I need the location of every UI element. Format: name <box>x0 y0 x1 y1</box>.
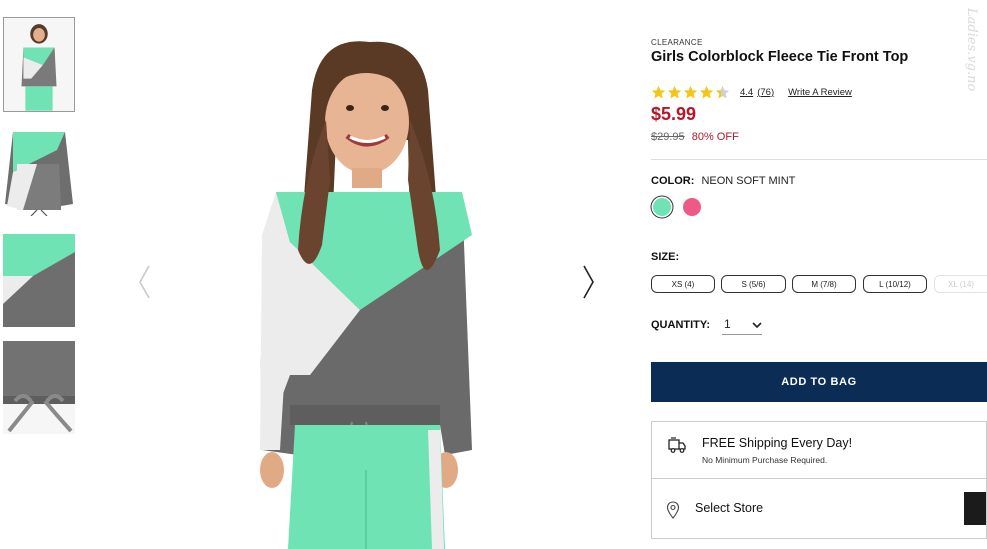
rating-stars <box>651 85 730 100</box>
size-label: SIZE: <box>651 251 680 263</box>
color-selected-value: NEON SOFT MINT <box>701 175 796 187</box>
chevron-left-icon <box>139 265 150 299</box>
select-store-button[interactable] <box>964 492 986 525</box>
original-price-row: $29.95 80% OFF <box>651 131 739 143</box>
select-store-label: Select Store <box>695 501 764 515</box>
thumbnail-flat-image <box>3 124 75 216</box>
location-pin-icon <box>666 501 680 519</box>
thumbnail-model-image <box>4 18 74 111</box>
color-swatch-pink[interactable] <box>683 198 701 216</box>
select-store-row[interactable]: Select Store <box>651 479 987 539</box>
star-icon <box>699 85 714 98</box>
gallery-next-arrow[interactable] <box>579 262 599 302</box>
color-swatch-neon-soft-mint[interactable] <box>653 198 671 216</box>
size-option-s[interactable]: S (5/6) <box>721 275 786 293</box>
thumbnail-flat-view[interactable] <box>3 124 75 216</box>
thumbnail-fabric-detail[interactable] <box>3 234 75 327</box>
discount-label: 80% OFF <box>691 131 739 143</box>
size-option-xl: XL (14) <box>934 275 987 293</box>
quantity-value: 1 <box>724 317 731 331</box>
review-count[interactable]: (76) <box>757 87 774 98</box>
star-icon <box>651 85 666 98</box>
shipping-subtitle: No Minimum Purchase Required. <box>702 455 828 465</box>
thumbnail-drawstring-image <box>3 341 75 434</box>
add-to-bag-button[interactable]: ADD TO BAG <box>651 362 987 402</box>
thumbnail-model-front[interactable] <box>3 17 75 112</box>
model-photo <box>260 41 472 549</box>
color-label: COLOR: <box>651 175 695 187</box>
watermark: Ladies.vg.no <box>964 8 979 92</box>
shipping-box: FREE Shipping Every Day! No Minimum Purc… <box>651 421 987 479</box>
quantity-select[interactable]: 1 <box>722 316 762 335</box>
product-title: Girls Colorblock Fleece Tie Front Top <box>651 49 909 65</box>
quantity-label: QUANTITY: <box>651 319 711 331</box>
gallery-prev-arrow[interactable] <box>134 262 154 302</box>
write-review-link[interactable]: Write A Review <box>788 87 852 98</box>
thumbnail-fabric-image <box>3 234 75 327</box>
star-icon <box>667 85 682 98</box>
star-icon <box>715 85 730 98</box>
size-option-xs[interactable]: XS (4) <box>651 275 715 293</box>
divider <box>651 159 987 160</box>
size-option-l[interactable]: L (10/12) <box>863 275 927 293</box>
star-icon <box>683 85 698 98</box>
size-option-m[interactable]: M (7/8) <box>792 275 856 293</box>
rating-value[interactable]: 4.4 <box>740 87 753 98</box>
rating-row: 4.4 (76) Write A Review <box>651 82 852 102</box>
clearance-badge: CLEARANCE <box>651 38 703 47</box>
color-row: COLOR: NEON SOFT MINT <box>651 175 795 187</box>
chevron-right-icon <box>583 265 594 299</box>
main-product-image <box>240 30 500 549</box>
shipping-truck-icon <box>668 437 686 453</box>
shipping-title: FREE Shipping Every Day! <box>702 436 853 450</box>
thumbnail-drawstring-detail[interactable] <box>3 341 75 434</box>
sale-price: $5.99 <box>651 104 697 124</box>
chevron-down-icon <box>752 322 762 329</box>
original-price: $29.95 <box>651 131 685 143</box>
